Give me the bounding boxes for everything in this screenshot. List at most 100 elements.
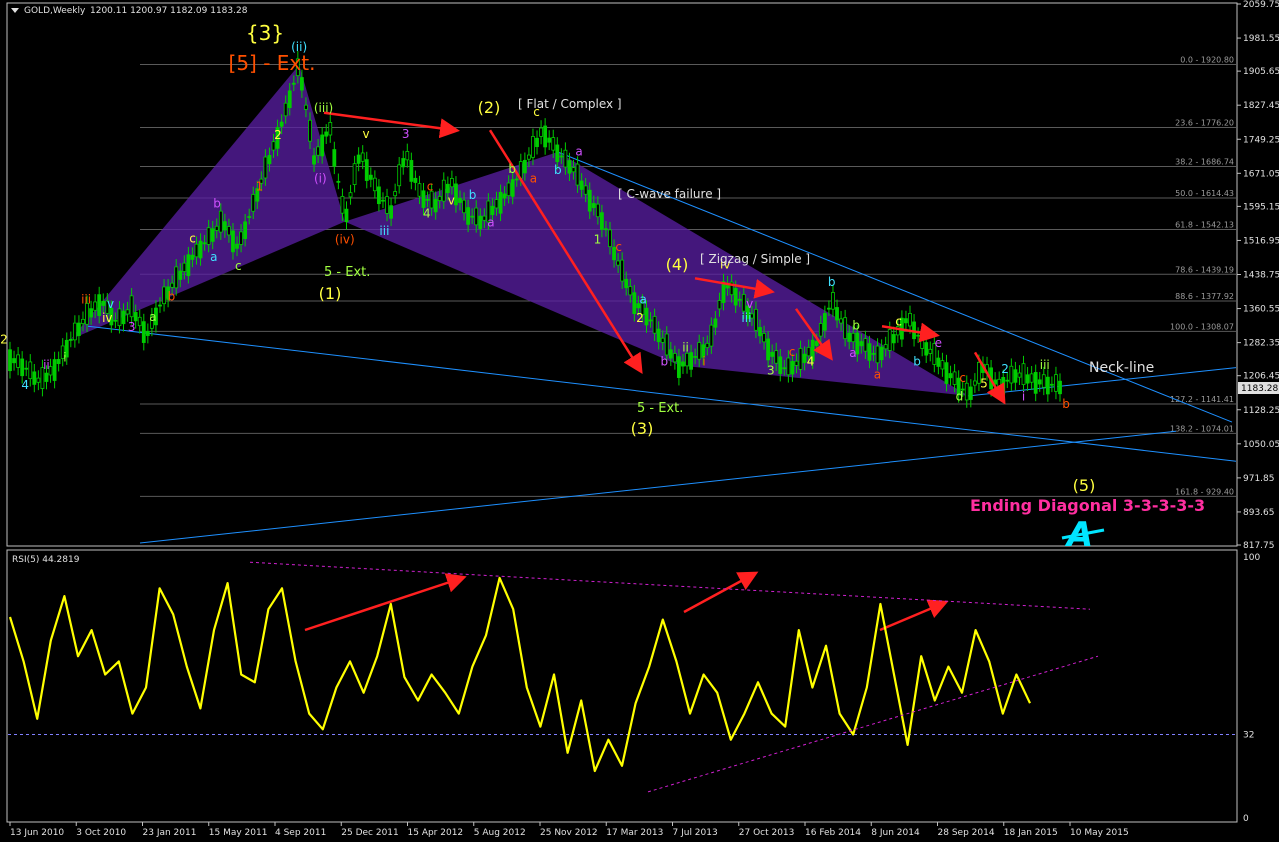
current-price-label: 1183.28 xyxy=(1241,384,1278,394)
time-tick-label: 18 Jan 2015 xyxy=(1004,828,1058,838)
wave-label: a xyxy=(530,172,537,186)
price-tick-label: 817.75 xyxy=(1243,541,1275,551)
time-tick-label: 15 Apr 2012 xyxy=(408,828,464,838)
candle-body xyxy=(194,243,199,258)
candle-body xyxy=(129,295,134,318)
fib-level-label: 100.0 - 1308.07 xyxy=(1170,322,1234,331)
candle-body xyxy=(316,146,321,156)
candle-body xyxy=(972,380,977,386)
candle-body xyxy=(449,178,454,188)
candle-body xyxy=(93,301,98,311)
wave-label: d xyxy=(956,389,964,403)
wave-3-major: {3} xyxy=(246,21,284,45)
candle-body xyxy=(121,310,126,325)
rsi-tick-label: 32 xyxy=(1243,730,1254,740)
wave-label: 1 xyxy=(256,179,264,193)
time-tick-label: 28 Sep 2014 xyxy=(938,828,995,838)
wave-label: a xyxy=(874,368,881,382)
candle-body xyxy=(822,313,827,331)
time-tick-label: 7 Jul 2013 xyxy=(673,828,718,838)
candle-body xyxy=(859,341,864,347)
candle-body xyxy=(137,316,142,327)
candle-body xyxy=(1021,363,1026,386)
candle-body xyxy=(713,318,718,328)
wave-label: b xyxy=(508,162,516,176)
candle-body xyxy=(12,358,16,364)
candle-body xyxy=(271,141,276,151)
candle-body xyxy=(705,342,710,348)
candle-body xyxy=(1049,383,1054,386)
candle-body xyxy=(324,131,329,137)
candle-body xyxy=(644,307,649,326)
wave-label: b xyxy=(913,355,921,369)
candle-body xyxy=(778,356,783,374)
wave-label: ii xyxy=(43,358,50,372)
candle-body xyxy=(182,262,187,272)
candle-body xyxy=(312,155,316,165)
candle-body xyxy=(348,192,353,198)
wave-label: a xyxy=(487,215,494,229)
candle-body xyxy=(1037,379,1042,385)
candle-body xyxy=(689,352,693,370)
rsi-label: RSI(5) 44.2819 xyxy=(12,555,80,565)
zigzag-simple-note: [ Zigzag / Simple ] xyxy=(700,252,810,266)
candle-body xyxy=(717,300,722,310)
candle-body xyxy=(214,225,219,231)
time-tick-label: 27 Oct 2013 xyxy=(739,828,795,838)
price-tick-label: 1206.45 xyxy=(1243,372,1279,382)
candle-body xyxy=(543,125,548,148)
candle-body xyxy=(681,361,685,367)
candle-body xyxy=(531,136,535,158)
candle-body xyxy=(847,332,852,342)
candle-body xyxy=(470,215,475,218)
wave-label: iii xyxy=(741,311,751,325)
candle-body xyxy=(466,207,471,225)
wave-label: a xyxy=(149,310,156,324)
candle-body xyxy=(835,307,839,321)
candle-body xyxy=(113,319,118,322)
time-tick-label: 3 Oct 2010 xyxy=(76,828,126,838)
wave-label: iv xyxy=(102,311,112,325)
time-tick-label: 5 Aug 2012 xyxy=(474,828,526,838)
five-ext-note-2: 5 - Ext. xyxy=(637,401,683,416)
candle-body xyxy=(928,348,933,354)
candle-body xyxy=(56,359,61,364)
candle-body xyxy=(251,194,256,212)
candle-body xyxy=(818,323,823,337)
candle-body xyxy=(668,349,673,359)
candle-body xyxy=(377,186,381,205)
candle-body xyxy=(243,221,248,239)
wave-1-label: (1) xyxy=(319,284,342,303)
candle-body xyxy=(445,183,450,194)
candle-body xyxy=(385,196,389,214)
wave-label: c xyxy=(427,179,434,193)
price-tick-label: 1749.25 xyxy=(1243,135,1279,145)
candle-body xyxy=(218,210,223,233)
candle-body xyxy=(790,361,795,375)
candle-body xyxy=(697,342,702,360)
candle-body xyxy=(336,180,341,183)
wave-label: v xyxy=(746,297,753,311)
fib-level-label: 88.6 - 1377.92 xyxy=(1175,292,1234,301)
candle-body xyxy=(539,127,543,137)
candle-body xyxy=(887,329,892,351)
candle-body xyxy=(263,156,268,179)
candle-body xyxy=(948,373,953,379)
candle-body xyxy=(908,313,912,327)
time-tick-label: 4 Sep 2011 xyxy=(275,828,326,838)
wave-3-label: (3) xyxy=(631,419,654,438)
candle-body xyxy=(685,352,689,367)
candle-body xyxy=(89,308,93,318)
wave-label: a xyxy=(210,250,217,264)
price-tick-label: 1827.45 xyxy=(1243,101,1279,111)
price-tick-label: 1050.05 xyxy=(1243,440,1279,450)
wave-label: b xyxy=(852,319,860,333)
price-tick-label: 1595.15 xyxy=(1243,202,1279,212)
price-tick-label: 1516.95 xyxy=(1243,236,1279,246)
candle-body xyxy=(8,349,12,372)
candle-body xyxy=(693,356,698,358)
candle-body xyxy=(186,254,191,277)
time-tick-label: 13 Jun 2010 xyxy=(10,828,64,838)
wave-label: 3 xyxy=(402,127,410,141)
wave-label: (iv) xyxy=(335,233,355,247)
